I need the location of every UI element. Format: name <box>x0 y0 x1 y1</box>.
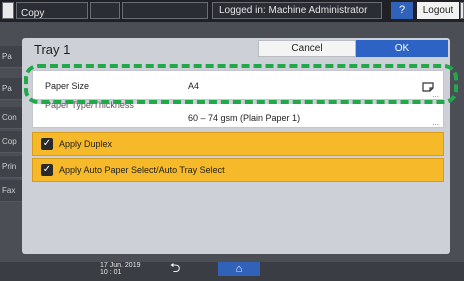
back-arrow-icon[interactable]: ⮌ <box>170 259 180 281</box>
app-title-cell: Copy <box>16 2 88 19</box>
home-icon[interactable]: ⌂ <box>218 262 260 276</box>
more-indicator: ... <box>432 118 439 127</box>
login-status: Logged in: Machine Administrator <box>212 2 382 19</box>
logout-button[interactable]: Logout <box>417 2 459 19</box>
background-tab: Cop <box>0 131 24 153</box>
time-text: 10 : 01 <box>100 269 122 276</box>
background-tab: Pa <box>0 46 24 68</box>
apply-duplex-label: Apply Duplex <box>59 139 113 149</box>
highlight-callout <box>24 64 458 104</box>
ok-button[interactable]: OK <box>356 40 448 57</box>
topbar-slot <box>122 2 208 19</box>
date-text: 17 Jun. 2019 <box>100 262 141 269</box>
dialog-title: Tray 1 <box>34 42 71 57</box>
apply-auto-paper-select-option[interactable]: ✓ Apply Auto Paper Select/Auto Tray Sele… <box>32 158 444 182</box>
background-tab: Prin <box>0 156 24 178</box>
apply-auto-paper-select-label: Apply Auto Paper Select/Auto Tray Select <box>59 165 225 175</box>
help-button[interactable]: ? <box>391 2 413 19</box>
checkbox-checked-icon[interactable]: ✓ <box>41 138 53 150</box>
background-tab: Pa <box>0 78 24 100</box>
checkbox-checked-icon[interactable]: ✓ <box>41 164 53 176</box>
user-icon <box>2 2 14 19</box>
date-time: 17 Jun. 2019 10 : 01 <box>100 262 140 276</box>
apply-duplex-option[interactable]: ✓ Apply Duplex <box>32 132 444 156</box>
background-tab: Fax <box>0 180 24 202</box>
topbar-edge <box>460 2 464 19</box>
paper-type-row[interactable]: Paper Type/Thickness 60 – 74 gsm (Plain … <box>32 100 444 128</box>
paper-type-value: 60 – 74 gsm (Plain Paper 1) <box>188 113 301 123</box>
topbar-slot <box>90 2 120 19</box>
background-tab: Con <box>0 107 24 129</box>
app-title: Copy <box>21 8 45 19</box>
cancel-button[interactable]: Cancel <box>258 40 356 57</box>
